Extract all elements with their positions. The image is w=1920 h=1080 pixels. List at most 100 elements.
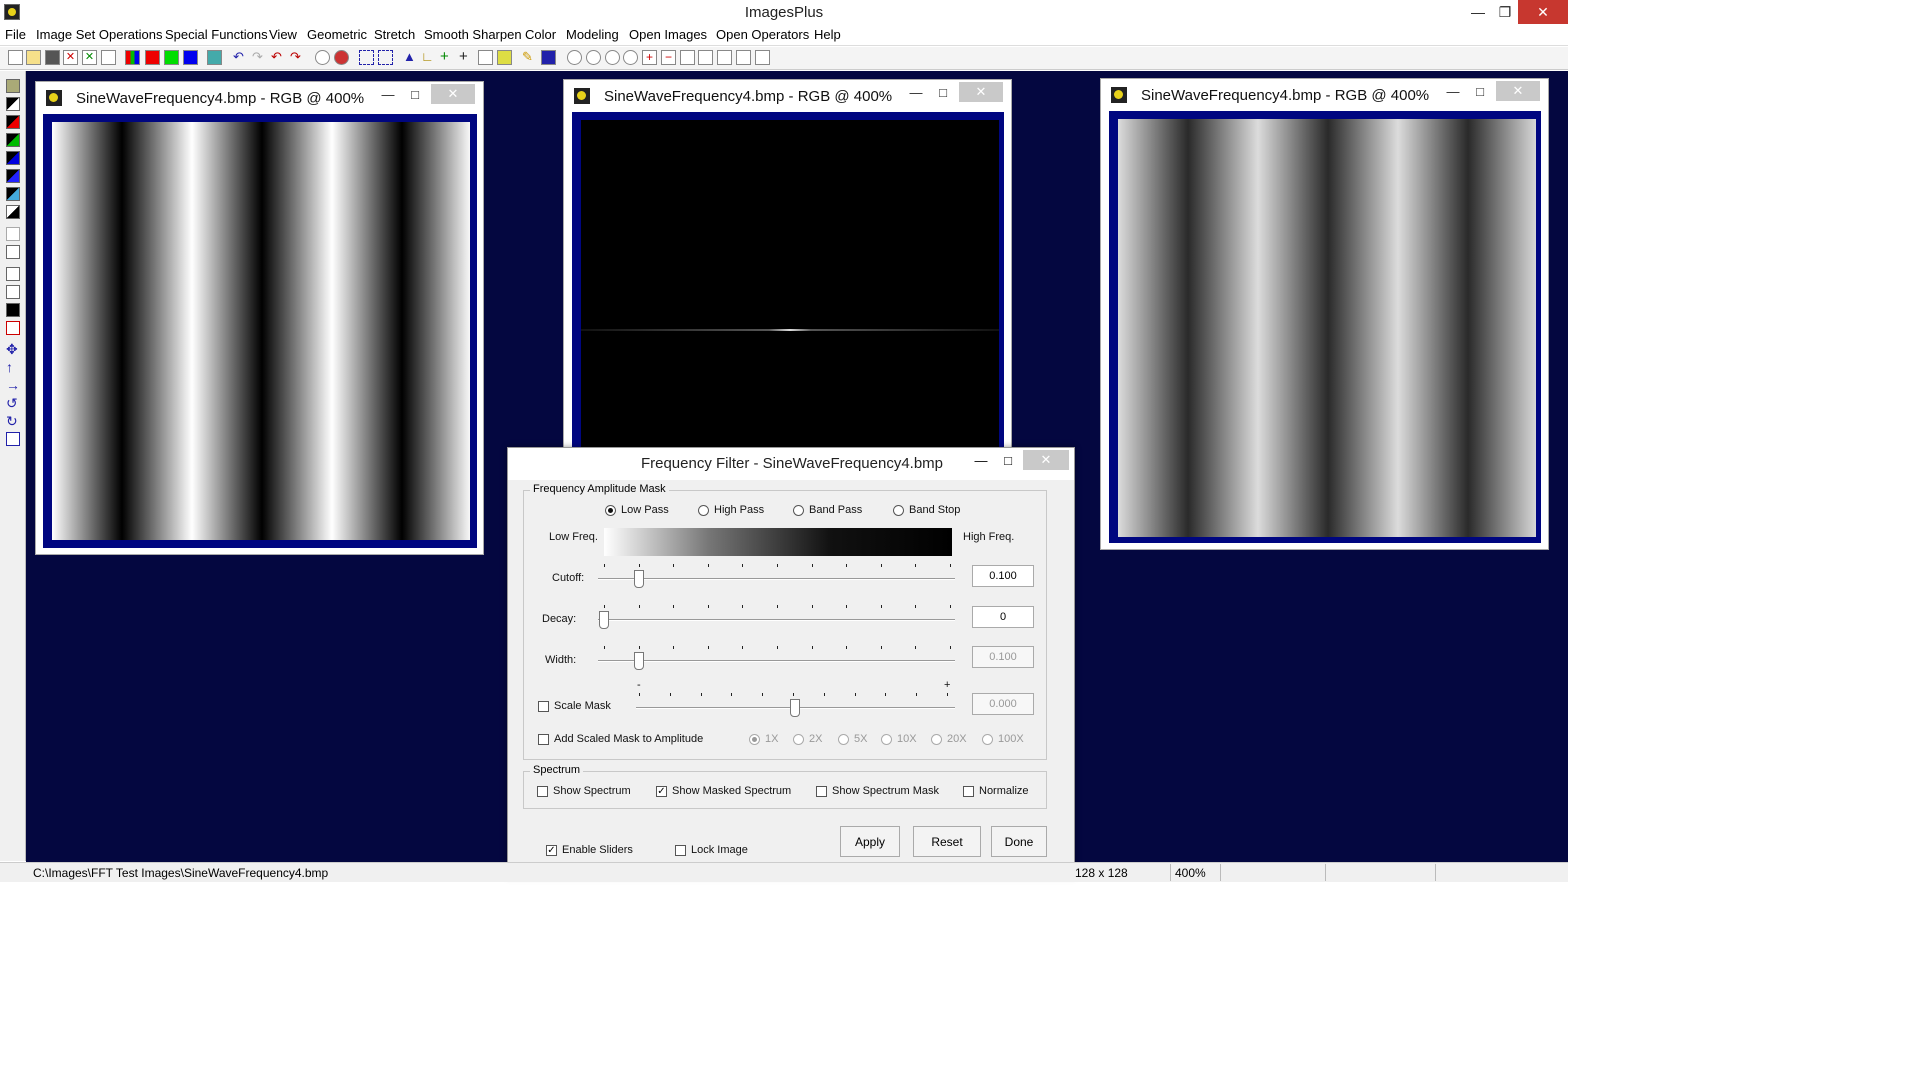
maximize-button[interactable]: □ <box>398 84 432 104</box>
lock-image-checkbox[interactable] <box>675 845 686 856</box>
menu-special-functions[interactable]: Special Functions <box>165 27 268 42</box>
undo-all-icon[interactable]: ↶ <box>271 50 286 65</box>
channel-cyan-icon[interactable] <box>6 187 20 201</box>
maximize-button[interactable]: □ <box>993 450 1023 470</box>
close-button[interactable]: ✕ <box>959 82 1003 102</box>
image-window-spectrum[interactable]: SineWaveFrequency4.bmp - RGB @ 400% — □ … <box>563 79 1012 460</box>
align-icon[interactable] <box>6 432 20 446</box>
show-masked-spectrum-checkbox[interactable]: ✓ <box>656 786 667 797</box>
multiplier-10x-radio[interactable] <box>881 734 892 745</box>
scale-slider-thumb[interactable] <box>790 699 800 717</box>
band-stop-radio[interactable] <box>893 505 904 516</box>
point-select-icon[interactable] <box>378 50 393 65</box>
frame-1-icon[interactable] <box>680 50 695 65</box>
low-pass-radio[interactable] <box>605 505 616 516</box>
crop-icon[interactable] <box>6 267 20 281</box>
cutoff-value-input[interactable]: 0.100 <box>972 565 1034 587</box>
zoom-plus-icon[interactable]: + <box>642 50 657 65</box>
zoom-minus-icon[interactable]: − <box>661 50 676 65</box>
decay-slider-track[interactable] <box>598 619 955 621</box>
undo-icon[interactable]: ↶ <box>233 50 248 65</box>
menu-modeling[interactable]: Modeling <box>566 27 619 42</box>
channel-black-icon[interactable] <box>6 97 20 111</box>
normalize-checkbox[interactable] <box>963 786 974 797</box>
multiplier-20x-radio[interactable] <box>931 734 942 745</box>
ellipse-fill-icon[interactable] <box>334 50 349 65</box>
arrow-right-icon[interactable]: → <box>6 378 20 392</box>
band-pass-radio[interactable] <box>793 505 804 516</box>
close-button[interactable]: ✕ <box>1496 81 1540 101</box>
add-icon[interactable]: + <box>440 49 455 65</box>
close-image-icon[interactable]: ✕ <box>63 50 78 65</box>
crosshair-icon[interactable]: + <box>459 49 474 65</box>
save-icon[interactable] <box>45 50 60 65</box>
done-button[interactable]: Done <box>991 826 1047 857</box>
blue-channel-icon[interactable] <box>183 50 198 65</box>
calculator-icon[interactable] <box>478 50 493 65</box>
arrow-up-icon[interactable]: ↑ <box>6 360 20 374</box>
histogram-icon[interactable]: ▲ <box>403 50 418 65</box>
copy-icon[interactable] <box>101 50 116 65</box>
menu-image-set-operations[interactable]: Image Set Operations <box>36 27 162 42</box>
image-canvas-spectrum[interactable] <box>581 120 999 460</box>
image-canvas-filtered[interactable] <box>1118 119 1536 537</box>
width-slider-thumb[interactable] <box>634 652 644 670</box>
dashed-select-icon[interactable] <box>359 50 374 65</box>
matrix-icon[interactable] <box>541 50 556 65</box>
zoom-out-icon[interactable] <box>586 50 601 65</box>
close-all-icon[interactable]: ✕ <box>82 50 97 65</box>
high-pass-radio[interactable] <box>698 505 709 516</box>
decay-slider-thumb[interactable] <box>599 611 609 629</box>
show-spectrum-mask-checkbox[interactable] <box>816 786 827 797</box>
close-button[interactable]: ✕ <box>1023 450 1069 470</box>
close-button[interactable]: ✕ <box>431 84 475 104</box>
add-scaled-mask-checkbox[interactable] <box>538 734 549 745</box>
menu-help[interactable]: Help <box>814 27 841 42</box>
show-spectrum-checkbox[interactable] <box>537 786 548 797</box>
menu-file[interactable]: File <box>5 27 26 42</box>
channel-luminance-icon[interactable] <box>6 169 20 183</box>
redo-icon[interactable]: ↷ <box>252 50 267 65</box>
scale-value-input[interactable]: 0.000 <box>972 693 1034 715</box>
channel-blue-icon[interactable] <box>6 151 20 165</box>
rgb-icon[interactable] <box>125 50 140 65</box>
menu-geometric[interactable]: Geometric <box>307 27 367 42</box>
enable-sliders-checkbox[interactable]: ✓ <box>546 845 557 856</box>
multiplier-100x-radio[interactable] <box>982 734 993 745</box>
frame-4-icon[interactable] <box>736 50 751 65</box>
open-icon[interactable] <box>26 50 41 65</box>
save-icon[interactable] <box>6 79 20 93</box>
brush-icon[interactable] <box>497 50 512 65</box>
channel-red-icon[interactable] <box>6 115 20 129</box>
pencil-icon[interactable]: ✎ <box>522 50 537 65</box>
redo-all-icon[interactable]: ↷ <box>290 50 305 65</box>
zoom-fit-icon[interactable] <box>605 50 620 65</box>
width-value-input[interactable]: 0.100 <box>972 646 1034 668</box>
invert-icon[interactable] <box>6 205 20 219</box>
image-window-filtered[interactable]: SineWaveFrequency4.bmp - RGB @ 400% — □ … <box>1100 78 1549 550</box>
width-slider-track[interactable] <box>598 660 955 662</box>
ellipse-select-icon[interactable] <box>315 50 330 65</box>
menu-open-images[interactable]: Open Images <box>629 27 707 42</box>
apply-button[interactable]: Apply <box>840 826 900 857</box>
minimize-button[interactable]: — <box>966 450 996 470</box>
image-canvas-original[interactable] <box>52 122 470 540</box>
multiplier-2x-radio[interactable] <box>793 734 804 745</box>
green-channel-icon[interactable] <box>164 50 179 65</box>
image-window-original[interactable]: SineWaveFrequency4.bmp - RGB @ 400% — □ … <box>35 81 484 555</box>
multiplier-1x-radio[interactable] <box>749 734 760 745</box>
frame-5-icon[interactable] <box>755 50 770 65</box>
black-fill-icon[interactable] <box>6 303 20 317</box>
frame-2-icon[interactable] <box>698 50 713 65</box>
maximize-button[interactable]: □ <box>926 82 960 102</box>
cutoff-slider-thumb[interactable] <box>634 570 644 588</box>
close-button[interactable]: ✕ <box>1518 0 1568 24</box>
curve-icon[interactable]: ∟ <box>421 50 436 65</box>
rotate-right-icon[interactable]: ↻ <box>6 414 20 428</box>
reset-button[interactable]: Reset <box>913 826 981 857</box>
bars-icon[interactable] <box>6 285 20 299</box>
new-icon[interactable] <box>8 50 23 65</box>
grid-icon[interactable] <box>207 50 222 65</box>
frame-3-icon[interactable] <box>717 50 732 65</box>
multiplier-5x-radio[interactable] <box>838 734 849 745</box>
